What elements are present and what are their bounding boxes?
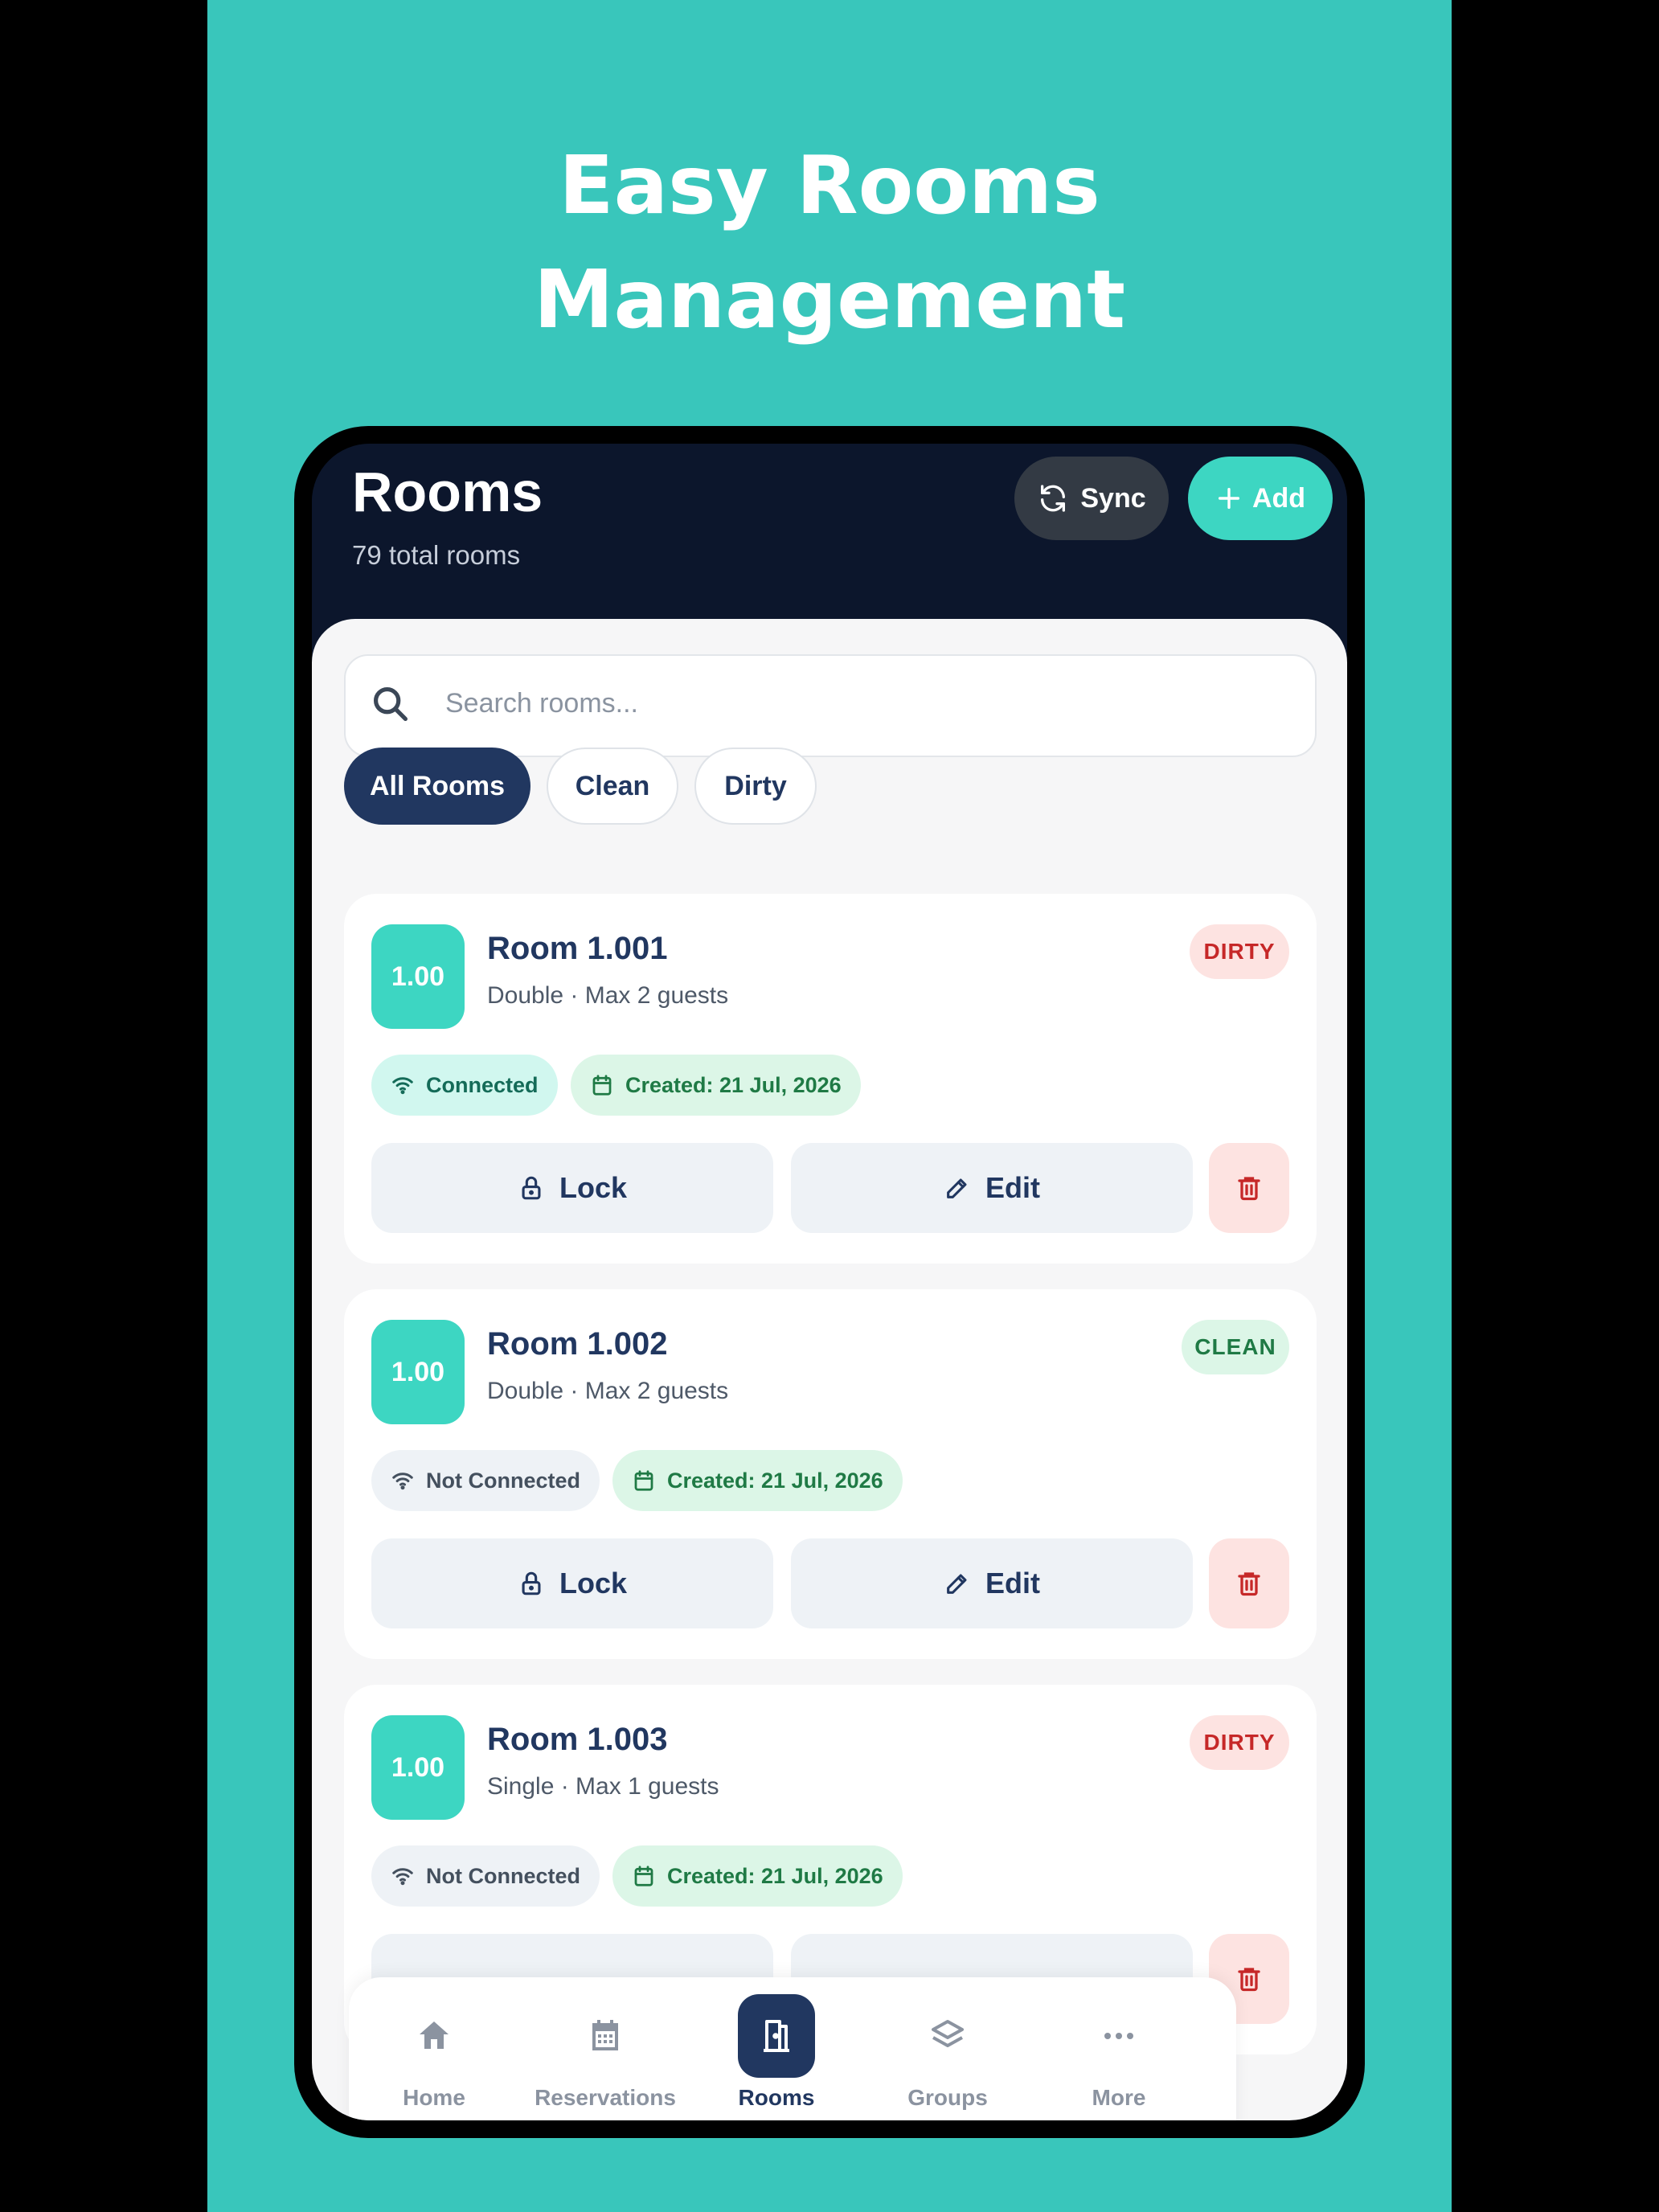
bottom-nav: Home Reservations Rooms Groups More bbox=[349, 1977, 1236, 2120]
created-label: Created: 21 Jul, 2026 bbox=[667, 1863, 883, 1888]
layers-icon bbox=[932, 2020, 964, 2047]
filter-dirty[interactable]: Dirty bbox=[694, 748, 817, 825]
sync-icon bbox=[1041, 485, 1066, 512]
plus-icon bbox=[1218, 487, 1239, 510]
room-number-badge: 1.00 bbox=[371, 1715, 465, 1820]
pencil-icon bbox=[947, 1574, 967, 1594]
created-badge: Created: 21 Jul, 2026 bbox=[612, 1845, 903, 1907]
hero-headline: Easy Rooms Management bbox=[207, 129, 1452, 357]
created-badge: Created: 21 Jul, 2026 bbox=[612, 1450, 903, 1511]
app-screen: Rooms 79 total rooms Sync Add Search roo… bbox=[312, 444, 1347, 2120]
trash-icon bbox=[1238, 1572, 1260, 1596]
add-room-button[interactable]: Add bbox=[1188, 457, 1333, 540]
lock-label: Lock bbox=[559, 1567, 628, 1600]
nav-groups[interactable]: Groups bbox=[867, 1992, 1028, 2111]
trash-icon bbox=[1238, 1968, 1260, 1992]
nav-home[interactable]: Home bbox=[354, 1992, 514, 2111]
lock-button[interactable]: Lock bbox=[371, 1143, 773, 1233]
room-name: Room 1.003 bbox=[487, 1722, 668, 1757]
nav-reservations-label: Reservations bbox=[535, 2085, 676, 2110]
lock-label: Lock bbox=[559, 1171, 628, 1204]
pencil-icon bbox=[947, 1178, 967, 1198]
hero-line-1: Easy Rooms bbox=[559, 138, 1100, 232]
room-number-badge: 1.00 bbox=[371, 1320, 465, 1424]
delete-button[interactable] bbox=[1209, 1143, 1289, 1233]
sync-label: Sync bbox=[1080, 482, 1146, 514]
wifi-icon bbox=[392, 1077, 413, 1095]
edit-button[interactable]: Edit bbox=[791, 1143, 1193, 1233]
room-name: Room 1.002 bbox=[487, 1326, 668, 1362]
nav-home-label: Home bbox=[403, 2085, 465, 2110]
filter-all-rooms[interactable]: All Rooms bbox=[344, 748, 530, 825]
delete-button[interactable] bbox=[1209, 1538, 1289, 1628]
nav-rooms[interactable]: Rooms bbox=[696, 1992, 857, 2111]
calendar-icon bbox=[592, 1075, 612, 1096]
lock-icon bbox=[522, 1176, 541, 1200]
calendar-icon bbox=[634, 1470, 653, 1491]
home-icon bbox=[420, 2022, 449, 2049]
search-input[interactable]: Search rooms... bbox=[344, 654, 1317, 757]
room-card[interactable]: 1.00 Room 1.002 Double · Max 2 guests CL… bbox=[344, 1289, 1317, 1659]
phone-frame: Rooms 79 total rooms Sync Add Search roo… bbox=[294, 426, 1365, 2138]
status-badge: CLEAN bbox=[1182, 1320, 1289, 1374]
created-label: Created: 21 Jul, 2026 bbox=[667, 1468, 883, 1493]
room-number-badge: 1.00 bbox=[371, 924, 465, 1029]
hero-line-2: Management bbox=[533, 252, 1126, 346]
nav-rooms-label: Rooms bbox=[738, 2085, 815, 2110]
connection-label: Not Connected bbox=[426, 1468, 580, 1493]
calendar-icon bbox=[592, 2020, 618, 2050]
created-badge: Created: 21 Jul, 2026 bbox=[571, 1055, 861, 1116]
trash-icon bbox=[1238, 1177, 1260, 1201]
search-placeholder: Search rooms... bbox=[445, 688, 638, 719]
wifi-icon bbox=[392, 1473, 413, 1490]
wifi-icon bbox=[392, 1868, 413, 1886]
status-badge: DIRTY bbox=[1190, 1715, 1289, 1770]
edit-label: Edit bbox=[985, 1567, 1040, 1600]
edit-button[interactable]: Edit bbox=[791, 1538, 1193, 1628]
nav-rooms-active-bg bbox=[738, 1994, 815, 2078]
sync-button[interactable]: Sync bbox=[1014, 457, 1169, 540]
room-card[interactable]: 1.00 Room 1.001 Double · Max 2 guests DI… bbox=[344, 894, 1317, 1264]
page-title: Rooms bbox=[352, 461, 543, 523]
created-label: Created: 21 Jul, 2026 bbox=[625, 1072, 842, 1097]
add-label: Add bbox=[1251, 482, 1306, 514]
room-name: Room 1.001 bbox=[487, 931, 668, 966]
connection-label: Not Connected bbox=[426, 1863, 580, 1888]
filter-clean[interactable]: Clean bbox=[547, 748, 678, 825]
calendar-icon bbox=[634, 1866, 653, 1886]
lock-button[interactable]: Lock bbox=[371, 1538, 773, 1628]
nav-groups-label: Groups bbox=[907, 2085, 988, 2110]
promo-poster: Easy Rooms Management Rooms 79 total roo… bbox=[207, 0, 1452, 2212]
connection-badge: Not Connected bbox=[371, 1845, 600, 1907]
room-count: 79 total rooms bbox=[352, 540, 521, 570]
connection-label: Connected bbox=[426, 1072, 539, 1097]
nav-more[interactable]: More bbox=[1038, 1992, 1199, 2111]
status-badge: DIRTY bbox=[1190, 924, 1289, 979]
connection-badge: Not Connected bbox=[371, 1450, 600, 1511]
door-icon bbox=[764, 2020, 789, 2052]
search-icon bbox=[373, 686, 408, 722]
connection-badge: Connected bbox=[371, 1055, 558, 1116]
room-details: Double · Max 2 guests bbox=[487, 982, 729, 1009]
room-details: Double · Max 2 guests bbox=[487, 1378, 729, 1404]
nav-reservations[interactable]: Reservations bbox=[525, 1992, 686, 2111]
room-details: Single · Max 1 guests bbox=[487, 1773, 719, 1800]
rooms-content: Search rooms... All Rooms Clean Dirty 1.… bbox=[312, 619, 1347, 2120]
nav-more-label: More bbox=[1092, 2085, 1146, 2110]
lock-icon bbox=[522, 1571, 541, 1596]
more-icon bbox=[1104, 2033, 1133, 2039]
edit-label: Edit bbox=[985, 1171, 1040, 1204]
